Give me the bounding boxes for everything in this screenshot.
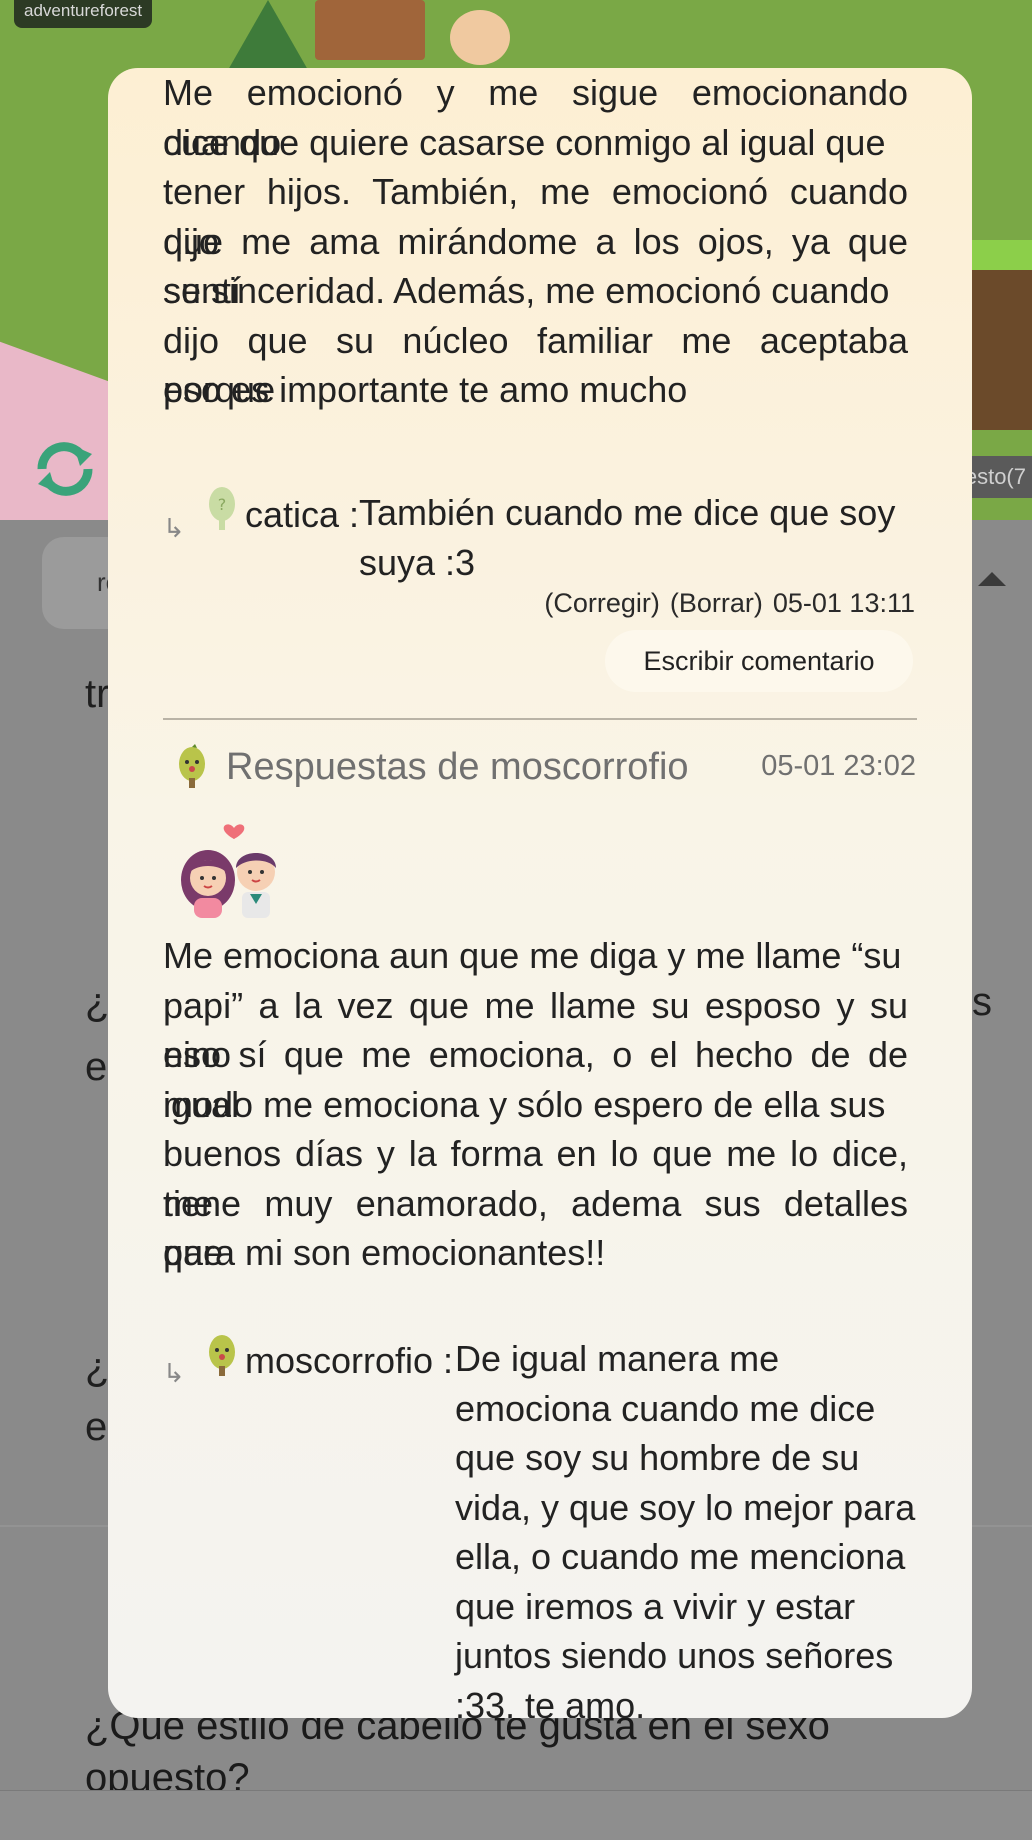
reply-arrow-icon: ↳ — [163, 513, 185, 543]
reply-arrow-icon: ↳ — [163, 1358, 185, 1388]
comment-text-line: También cuando me dice que soy — [359, 492, 896, 533]
avatar-question-mark: ? — [218, 495, 227, 514]
tree-illustration — [228, 0, 308, 70]
comment-text-line: emociona cuando me dice — [455, 1387, 876, 1429]
refresh-icon[interactable] — [30, 438, 100, 500]
post-line: dice que quiere casarse conmigo al igual… — [163, 121, 886, 163]
write-comment-button[interactable]: Escribir comentario — [605, 630, 913, 692]
delete-comment-link[interactable]: (Borrar) — [670, 588, 763, 619]
comment-text-line: juntos siendo unos señores — [455, 1635, 894, 1676]
tree-avatar-icon — [209, 1335, 235, 1376]
response-line: modo me emociona y sólo espero de ella s… — [163, 1083, 886, 1125]
comment-username[interactable]: moscorrofio : — [245, 1340, 453, 1382]
bottom-navigation-bar — [0, 1790, 1032, 1840]
response-line: Me emociona aun que me diga y me llame “… — [163, 935, 902, 976]
answers-modal: Me emocionó y me sigue emocionando cuand… — [108, 68, 972, 1718]
comment-text-line: que iremos a vivir y estar — [455, 1585, 856, 1627]
collapse-up-icon[interactable] — [978, 572, 1006, 586]
response-title[interactable]: Respuestas de moscorrofio — [226, 746, 689, 789]
comment-text-line: suya :3 — [359, 541, 476, 583]
comment-text-line: :33, te amo. — [455, 1684, 646, 1719]
comment-username[interactable]: catica : — [245, 494, 359, 536]
background-text-fragment: e — [85, 1045, 108, 1089]
response-header: Respuestas de moscorrofio 05-01 23:02 — [176, 744, 916, 792]
post-line: eso es importante te amo mucho — [163, 369, 688, 410]
post-line: su sinceridad. Además, me emocionó cuand… — [163, 270, 890, 311]
background-text-fragment: ¿ — [85, 980, 110, 1024]
comment-text-line: ella, o cuando me menciona — [455, 1536, 906, 1577]
edit-comment-link[interactable]: (Corregir) — [544, 588, 660, 619]
cabin-illustration — [315, 0, 425, 60]
comment-timestamp: 05-01 13:11 — [772, 588, 915, 618]
unknown-user-avatar-icon: ? — [209, 487, 235, 530]
character-illustration — [450, 10, 510, 65]
couple-emoji-icon — [181, 824, 276, 918]
comment-text-line: que soy su hombre de su — [455, 1437, 860, 1478]
comment-meta-row: (Corregir) (Borrar) 05-01 13:11 — [544, 588, 915, 619]
background-text-fragment: e — [85, 1405, 108, 1449]
section-divider — [163, 718, 917, 720]
response-date: 05-01 23:02 — [761, 750, 916, 782]
comment-text-line: vida, y que soy lo mejor para — [455, 1486, 916, 1528]
comment-text-line: De igual manera me — [455, 1338, 780, 1379]
username-tag: adventureforest — [14, 0, 153, 28]
background-text-fragment: s — [972, 980, 992, 1024]
response-line: para mi son emocionantes!! — [163, 1232, 606, 1273]
background-text-fragment: tr — [85, 672, 110, 716]
tree-avatar-icon — [179, 744, 205, 788]
background-text-fragment: ¿ — [85, 1345, 110, 1389]
dirt-block-illustration — [972, 270, 1032, 430]
